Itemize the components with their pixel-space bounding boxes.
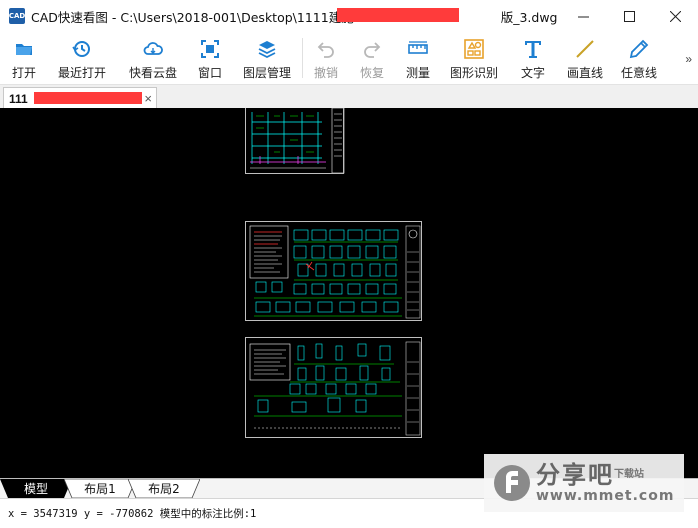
document-tab-label: 111 — [9, 91, 28, 106]
drawing-sheet-bottom — [245, 337, 422, 438]
title-bar: CAD CAD快速看图 - C:\Users\2018-001\Desktop\… — [0, 0, 698, 32]
window-button[interactable]: 窗口 — [188, 32, 232, 84]
cloud-disk-button[interactable]: 快看云盘 — [118, 32, 188, 84]
text-button[interactable]: 文字 — [507, 32, 559, 84]
coordinate-readout: x = 3547319 y = -770862 模型中的标注比例:1 — [8, 508, 257, 520]
close-window-button[interactable] — [652, 0, 698, 32]
layers-icon — [258, 41, 276, 59]
folder-open-icon — [16, 44, 32, 55]
layer-manager-button[interactable]: 图层管理 — [232, 32, 302, 84]
watermark-brand: 分享吧下载站 — [536, 461, 644, 489]
watermark-logo-icon — [494, 465, 530, 501]
floor-plan-drawing — [249, 225, 421, 319]
maximize-button[interactable] — [606, 0, 652, 32]
document-tab[interactable]: 111 × — [3, 87, 157, 109]
ruler-icon — [408, 41, 428, 54]
maximize-icon — [623, 10, 635, 22]
watermark-url: www.mmet.com — [536, 488, 675, 504]
draw-line-button[interactable]: 画直线 — [559, 32, 611, 84]
detail-drawing — [249, 341, 421, 436]
shape-recognize-icon — [464, 39, 484, 59]
undo-icon — [317, 42, 334, 58]
app-logo-icon: CAD — [9, 8, 25, 24]
open-button[interactable]: 打开 — [2, 32, 46, 84]
watermark: 分享吧下载站 www.mmet.com — [484, 454, 684, 512]
redo-icon — [364, 42, 381, 58]
close-tab-icon[interactable]: × — [144, 91, 152, 106]
drawing-canvas[interactable] — [0, 108, 698, 478]
pen-icon — [629, 39, 649, 59]
window-target-icon — [201, 40, 219, 58]
drawing-sheet-top — [245, 108, 345, 174]
freehand-line-button[interactable]: 任意线 — [611, 32, 667, 84]
watermark-sub: 下载站 — [614, 469, 644, 480]
elevation-drawing — [250, 108, 345, 174]
toolbar-more-button[interactable]: » — [685, 52, 692, 66]
window-title: CAD快速看图 - C:\Users\2018-001\Desktop\1111… — [31, 9, 558, 25]
minimize-button[interactable] — [560, 0, 606, 32]
cloud-icon — [143, 42, 163, 55]
layout-tab-model[interactable]: 模型 — [0, 479, 72, 498]
history-icon — [72, 41, 90, 57]
layout-tab-layout2[interactable]: 布局2 — [128, 479, 200, 498]
drawing-sheet-middle — [245, 221, 422, 321]
recent-open-button[interactable]: 最近打开 — [46, 32, 118, 84]
line-icon — [576, 40, 594, 58]
shape-recognition-button[interactable]: 图形识别 — [441, 32, 507, 84]
redaction-block — [34, 92, 142, 104]
main-toolbar: 打开 最近打开 快看云盘 窗口 图层管理 撤销 恢复 测量 图形识别 文字 画直… — [0, 32, 698, 84]
close-icon — [669, 10, 681, 22]
layout-tab-layout1[interactable]: 布局1 — [64, 479, 136, 498]
minimize-icon — [577, 16, 589, 17]
document-tab-strip: 111 × — [0, 84, 698, 109]
measure-button[interactable]: 测量 — [395, 32, 441, 84]
redo-button[interactable]: 恢复 — [349, 32, 395, 84]
undo-button[interactable]: 撤销 — [303, 32, 349, 84]
redaction-block — [337, 8, 459, 22]
text-icon — [525, 41, 541, 58]
